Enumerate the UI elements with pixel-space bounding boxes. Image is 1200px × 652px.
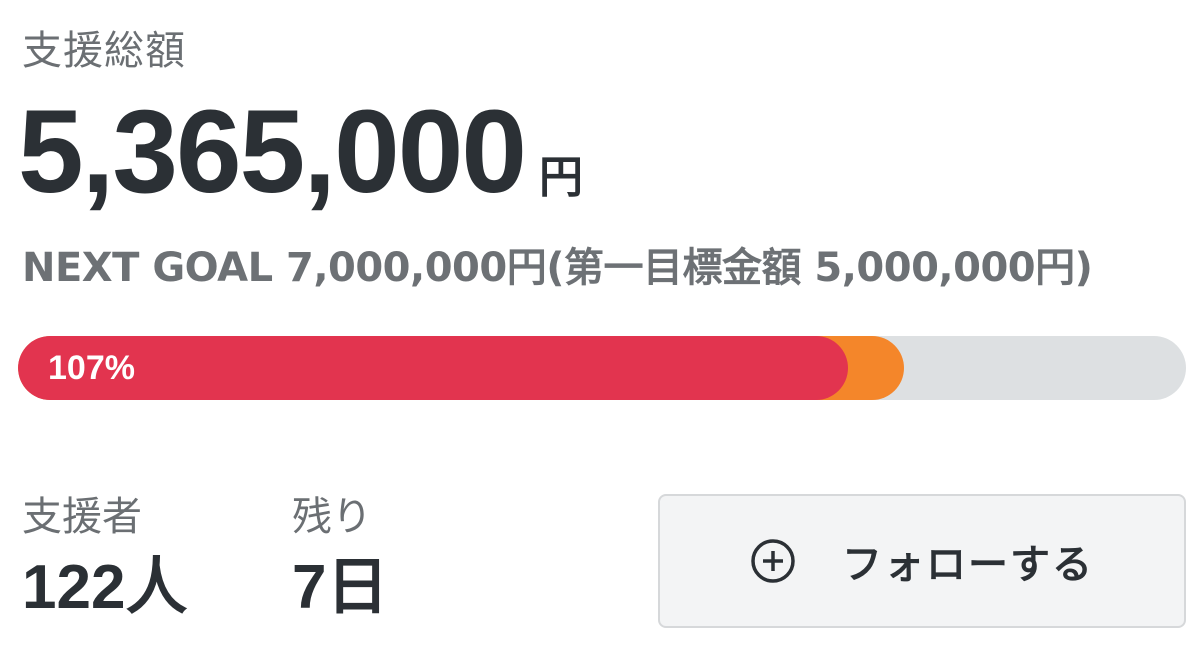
progress-fill-achieved — [18, 336, 848, 400]
supporters-stat: 支援者 122人 — [22, 490, 187, 626]
plus-circle-icon — [750, 538, 796, 584]
remaining-label: 残り — [292, 494, 372, 540]
supporters-label: 支援者 — [22, 494, 142, 540]
remaining-value: 7日 — [292, 553, 389, 622]
total-amount-value: 5,365,000 — [18, 86, 527, 218]
follow-button[interactable]: フォローする — [658, 494, 1186, 628]
total-support-label: 支援総額 — [22, 28, 186, 74]
follow-button-label: フォローする — [842, 542, 1094, 588]
supporters-value: 122人 — [22, 553, 188, 622]
progress-bar: 107% — [18, 336, 1186, 400]
progress-percent-label: 107% — [48, 349, 135, 387]
remaining-stat: 残り 7日 — [292, 490, 388, 626]
total-amount: 5,365,000 円 — [18, 92, 583, 212]
total-amount-unit: 円 — [538, 152, 583, 203]
next-goal-text: NEXT GOAL 7,000,000円(第一目標金額 5,000,000円) — [22, 245, 1093, 291]
